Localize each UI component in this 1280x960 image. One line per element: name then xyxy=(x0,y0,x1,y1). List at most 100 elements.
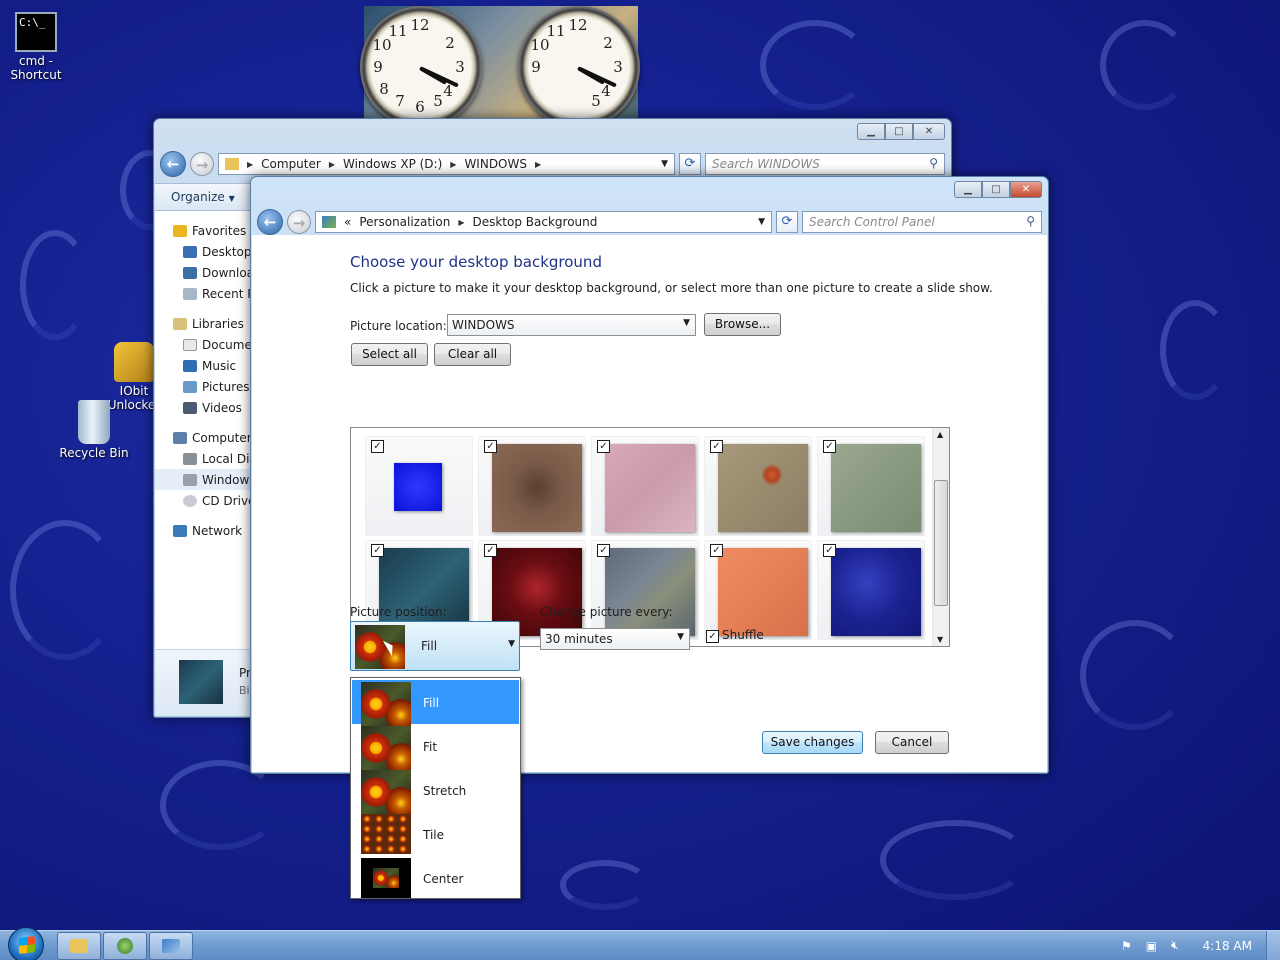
chevron-down-icon[interactable]: ▼ xyxy=(758,217,765,227)
close-button[interactable]: ✕ xyxy=(1010,181,1042,198)
maximize-button[interactable]: □ xyxy=(982,181,1010,198)
back-button[interactable]: ← xyxy=(257,209,283,235)
forward-button[interactable]: → xyxy=(287,210,311,234)
breadcrumb-item[interactable]: Personalization xyxy=(359,215,450,229)
select-all-button[interactable]: Select all xyxy=(351,343,428,366)
nav-documents[interactable]: Documents xyxy=(155,334,250,355)
picture-position-select[interactable]: Fill ▼ xyxy=(350,621,520,671)
picture-checkbox[interactable]: ✓ xyxy=(371,544,384,557)
close-button[interactable]: ✕ xyxy=(913,123,945,140)
picture-tile[interactable]: ✓ xyxy=(817,540,925,640)
picture-tile[interactable]: ✓ xyxy=(704,540,812,640)
picture-tile[interactable]: ✓ xyxy=(817,436,925,536)
clear-all-button[interactable]: Clear all xyxy=(434,343,511,366)
picture-checkbox[interactable]: ✓ xyxy=(597,544,610,557)
nav-music[interactable]: Music xyxy=(155,355,250,376)
shuffle-checkbox[interactable]: ✓ xyxy=(706,630,719,643)
breadcrumb-item[interactable]: WINDOWS xyxy=(464,157,527,171)
picture-checkbox[interactable]: ✓ xyxy=(823,544,836,557)
nav-cd-drive[interactable]: CD Drive xyxy=(155,490,250,511)
change-picture-every-select[interactable]: 30 minutes ▼ xyxy=(540,628,690,650)
nav-favorites[interactable]: Favorites xyxy=(155,220,250,241)
volume-muted-icon[interactable]: 🔇︎ xyxy=(1171,938,1179,953)
navigation-pane: Favorites Desktop Downloads Recent Place… xyxy=(155,211,251,715)
nav-pictures[interactable]: Pictures xyxy=(155,376,250,397)
picture-location-select[interactable]: WINDOWS ▼ xyxy=(447,314,696,336)
taskbar-explorer-button[interactable] xyxy=(57,932,101,960)
tile-preview-icon xyxy=(361,814,411,854)
forward-button[interactable]: → xyxy=(190,152,214,176)
nav-recent-places[interactable]: Recent Places xyxy=(155,283,250,304)
desktop-icon-recycle-bin[interactable]: Recycle Bin xyxy=(54,400,134,460)
scrollbar-thumb[interactable] xyxy=(934,480,948,606)
picture-tile[interactable]: ✓ xyxy=(591,436,699,536)
scroll-down-icon[interactable]: ▼ xyxy=(937,635,943,644)
refresh-icon[interactable]: ⟳ xyxy=(679,153,701,175)
chevron-down-icon[interactable]: ▼ xyxy=(661,159,668,169)
explorer-address-bar[interactable]: ▶ Computer ▶ Windows XP (D:) ▶ WINDOWS ▶ ▼ xyxy=(218,153,675,175)
position-option-tile[interactable]: Tile xyxy=(352,812,519,856)
breadcrumb-item[interactable]: Computer xyxy=(261,157,321,171)
position-option-center[interactable]: Center xyxy=(352,856,519,900)
explorer-search-input[interactable]: Search WINDOWS ⚲ xyxy=(705,153,945,175)
nav-windows-xp-drive[interactable]: Windows XP (D:) xyxy=(155,469,250,490)
show-desktop-button[interactable] xyxy=(1266,931,1280,960)
cancel-button[interactable]: Cancel xyxy=(875,731,949,754)
action-center-flag-icon[interactable]: ⚑ xyxy=(1121,939,1132,953)
breadcrumb-item[interactable]: Windows XP (D:) xyxy=(343,157,442,171)
picture-location-label: Picture location: xyxy=(350,319,447,333)
position-option-fit[interactable]: Fit xyxy=(352,724,519,770)
picture-checkbox[interactable]: ✓ xyxy=(710,440,723,453)
nav-desktop[interactable]: Desktop xyxy=(155,241,250,262)
nav-libraries[interactable]: Libraries xyxy=(155,313,250,334)
nav-computer[interactable]: Computer xyxy=(155,427,250,448)
picture-checkbox[interactable]: ✓ xyxy=(823,440,836,453)
picture-tile[interactable]: ✓ xyxy=(365,436,473,536)
nav-local-disk[interactable]: Local Disk xyxy=(155,448,250,469)
browse-button[interactable]: Browse... xyxy=(704,313,781,336)
picture-tile[interactable]: ✓ xyxy=(704,436,812,536)
back-button[interactable]: ← xyxy=(160,151,186,177)
search-icon[interactable]: ⚲ xyxy=(1026,214,1035,228)
taskbar-control-panel-button[interactable] xyxy=(149,932,193,960)
picture-checkbox[interactable]: ✓ xyxy=(710,544,723,557)
center-preview-icon xyxy=(361,858,411,898)
maximize-button[interactable]: □ xyxy=(885,123,913,140)
nav-videos[interactable]: Videos xyxy=(155,397,250,418)
start-button[interactable] xyxy=(8,927,44,960)
cd-drive-icon xyxy=(183,494,197,507)
save-changes-button[interactable]: Save changes xyxy=(762,731,863,754)
clock-face: 12 2 34 59 10 11 xyxy=(518,6,640,128)
gallery-scrollbar[interactable]: ▲ ▼ xyxy=(932,428,949,646)
control-panel-search-input[interactable]: Search Control Panel ⚲ xyxy=(802,211,1042,233)
nav-downloads[interactable]: Downloads xyxy=(155,262,250,283)
picture-tile[interactable]: ✓ xyxy=(478,436,586,536)
picture-checkbox[interactable]: ✓ xyxy=(484,440,497,453)
position-option-fill[interactable]: Fill xyxy=(352,680,519,726)
position-option-stretch[interactable]: Stretch xyxy=(352,768,519,814)
music-icon xyxy=(183,359,197,372)
picture-checkbox[interactable]: ✓ xyxy=(371,440,384,453)
network-icon[interactable]: ▣ xyxy=(1146,939,1157,953)
change-picture-every-label: Change picture every: xyxy=(540,605,673,619)
taskbar-media-player-button[interactable] xyxy=(103,932,147,960)
wallpaper-bubble xyxy=(10,520,120,660)
refresh-icon[interactable]: ⟳ xyxy=(776,211,798,233)
minimize-button[interactable]: ▁ xyxy=(954,181,982,198)
clock-gadget[interactable]: 12 2 34 56 78 9 10 11 12 2 34 59 10 11 xyxy=(360,6,640,128)
organize-button[interactable]: Organize xyxy=(171,190,225,204)
picture-tile[interactable]: ✓ xyxy=(591,540,699,640)
picture-checkbox[interactable]: ✓ xyxy=(597,440,610,453)
picture-checkbox[interactable]: ✓ xyxy=(484,544,497,557)
breadcrumb-item[interactable]: Desktop Background xyxy=(472,215,597,229)
minimize-button[interactable]: ▁ xyxy=(857,123,885,140)
recent-places-icon xyxy=(183,287,197,300)
clock-text[interactable]: 4:18 AM xyxy=(1203,939,1252,953)
scroll-up-icon[interactable]: ▲ xyxy=(937,430,943,439)
star-icon xyxy=(173,224,187,237)
nav-network[interactable]: Network xyxy=(155,520,250,541)
desktop-icon-cmd[interactable]: C:\_ cmd - Shortcut xyxy=(0,12,76,82)
control-panel-address-bar[interactable]: « Personalization ▶ Desktop Background ▼ xyxy=(315,211,772,233)
search-icon[interactable]: ⚲ xyxy=(929,156,938,170)
recycle-bin-icon xyxy=(78,400,110,444)
